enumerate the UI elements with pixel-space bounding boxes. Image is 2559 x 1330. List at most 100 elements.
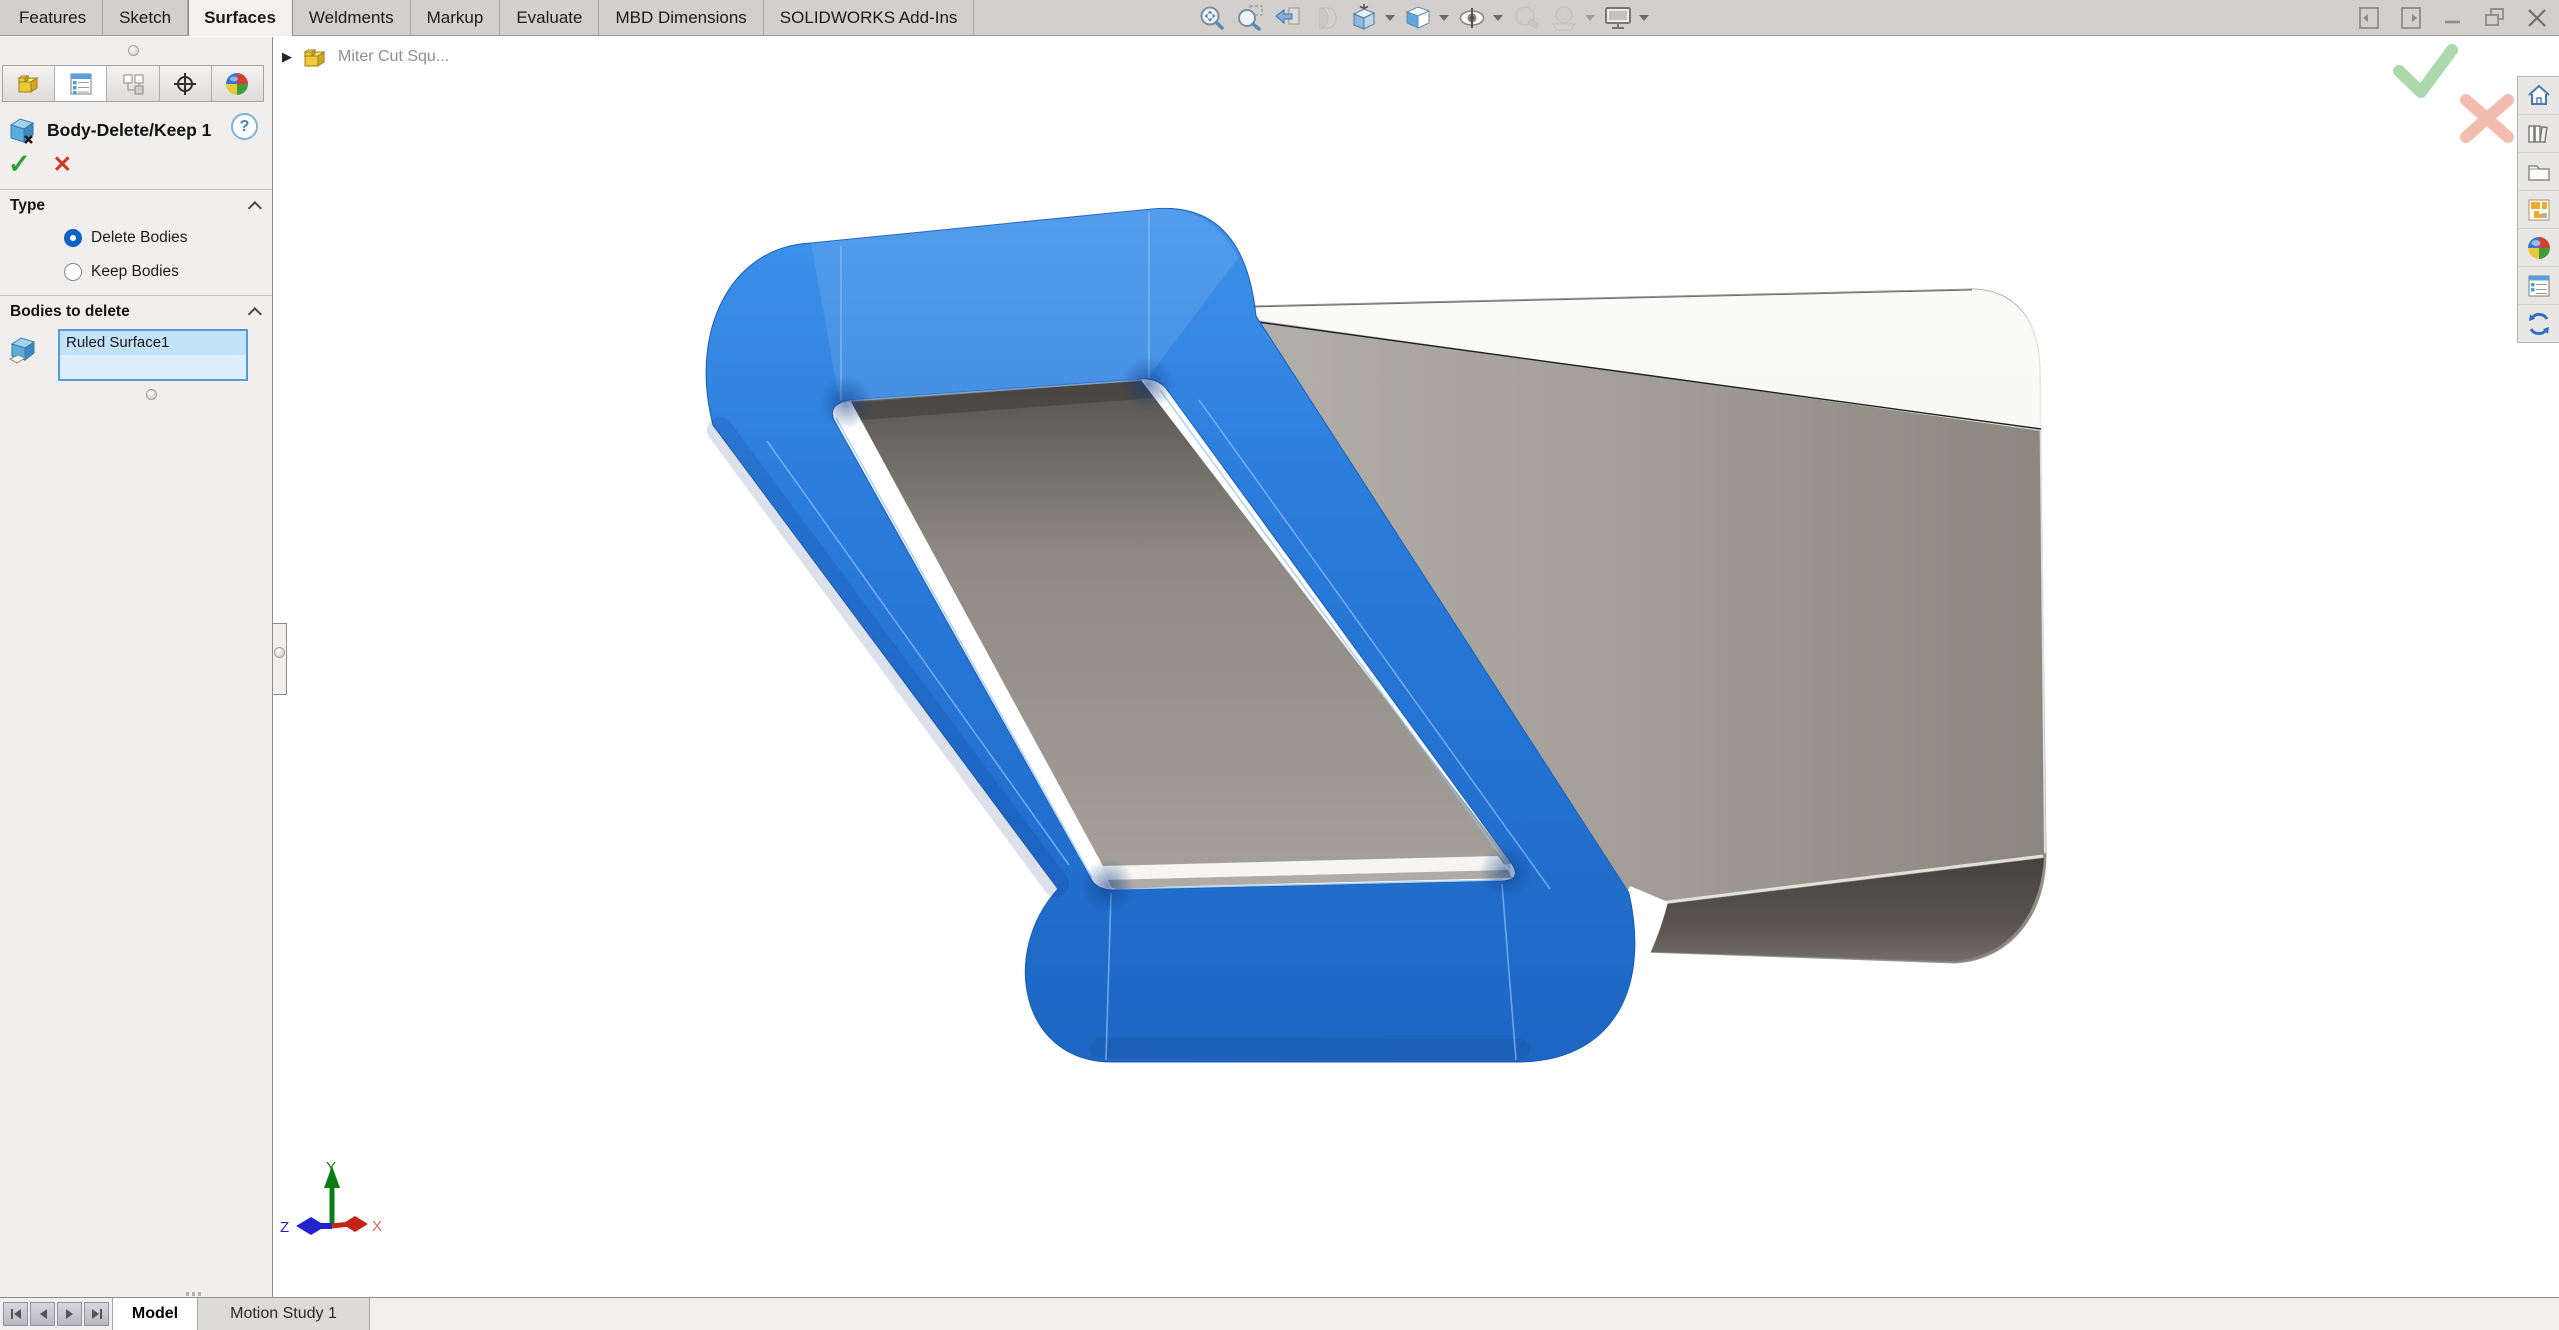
view-settings-dropdown[interactable] xyxy=(1639,15,1649,21)
panel-top-grip[interactable] xyxy=(128,45,139,56)
list-resize-grip[interactable] xyxy=(146,389,157,400)
forum-sync-tab[interactable] xyxy=(2518,305,2559,343)
reference-triad: Y Z X xyxy=(280,1159,382,1236)
tab-sketch[interactable]: Sketch xyxy=(103,0,188,36)
triad-z-label: Z xyxy=(280,1219,289,1236)
custom-properties-tab[interactable] xyxy=(2518,267,2559,305)
restore-icon[interactable] xyxy=(2482,5,2507,31)
model-tab[interactable]: Model xyxy=(112,1298,198,1330)
view-orientation-dropdown[interactable] xyxy=(1385,15,1395,21)
view-palette-tab[interactable] xyxy=(2518,191,2559,229)
ok-button[interactable]: ✓ xyxy=(8,151,31,178)
delete-bodies-label: Delete Bodies xyxy=(91,229,188,247)
minimize-icon[interactable] xyxy=(2440,5,2465,31)
zoom-to-fit-icon[interactable] xyxy=(1197,3,1227,33)
keep-bodies-label: Keep Bodies xyxy=(91,263,179,281)
cancel-icon xyxy=(2466,100,2508,137)
next-tab-button[interactable] xyxy=(57,1302,82,1326)
bodies-to-delete-listbox[interactable]: Ruled Surface1 xyxy=(58,329,248,381)
confirmation-corner[interactable] xyxy=(2399,50,2508,137)
feature-name-label[interactable]: Miter Cut Squ... xyxy=(338,48,449,66)
triad-x-label: X xyxy=(372,1218,382,1235)
tab-markup[interactable]: Markup xyxy=(411,0,501,36)
solidworks-window: Y Z X Features Sketch Surfaces Weldments… xyxy=(0,0,2559,1330)
file-explorer-tab[interactable] xyxy=(2518,153,2559,191)
hide-show-items-icon[interactable] xyxy=(1457,3,1487,33)
first-tab-button[interactable] xyxy=(3,1302,28,1326)
bottom-splitter-grip[interactable] xyxy=(186,1292,202,1296)
view-orientation-icon[interactable] xyxy=(1349,3,1379,33)
tab-nav-buttons xyxy=(0,1298,112,1330)
tab-evaluate[interactable]: Evaluate xyxy=(500,0,599,36)
tab-display-manager[interactable] xyxy=(212,66,263,101)
collapse-chevron-icon[interactable] xyxy=(248,307,262,321)
tab-feature-manager-tree[interactable] xyxy=(3,66,55,101)
tab-configuration-manager[interactable] xyxy=(107,66,159,101)
type-section-header[interactable]: Type xyxy=(10,197,262,215)
collapse-pane-left-icon[interactable] xyxy=(2356,5,2381,31)
type-section-title: Type xyxy=(10,197,45,215)
body-delete-keep-icon xyxy=(8,115,38,145)
section-view-icon[interactable] xyxy=(1311,3,1341,33)
panel-splitter[interactable] xyxy=(273,623,287,695)
collapse-chevron-icon[interactable] xyxy=(248,201,262,215)
property-manager-icon xyxy=(69,72,93,96)
design-library-tab[interactable] xyxy=(2518,115,2559,153)
selected-body-item[interactable]: Ruled Surface1 xyxy=(60,331,246,355)
previous-tab-button[interactable] xyxy=(30,1302,55,1326)
tab-weldments[interactable]: Weldments xyxy=(293,0,411,36)
tab-mbd-dimensions[interactable]: MBD Dimensions xyxy=(599,0,763,36)
graphics-viewport[interactable]: Y Z X xyxy=(0,0,2559,1330)
part-icon xyxy=(302,44,328,70)
splitter-grip[interactable] xyxy=(274,647,285,658)
last-tab-button[interactable] xyxy=(84,1302,109,1326)
close-icon[interactable] xyxy=(2524,5,2549,31)
previous-view-icon[interactable] xyxy=(1273,3,1303,33)
divider xyxy=(0,189,272,190)
display-style-dropdown[interactable] xyxy=(1439,15,1449,21)
motion-study-tab[interactable]: Motion Study 1 xyxy=(198,1298,370,1330)
view-settings-icon[interactable] xyxy=(1603,3,1633,33)
home-tab[interactable] xyxy=(2518,77,2559,115)
folder-icon xyxy=(2526,159,2552,185)
tab-surfaces[interactable]: Surfaces xyxy=(188,0,293,36)
dimxpert-icon xyxy=(173,72,197,96)
display-style-icon[interactable] xyxy=(1403,3,1433,33)
appearances-scenes-tab[interactable] xyxy=(2518,229,2559,267)
command-tabs: Features Sketch Surfaces Weldments Marku… xyxy=(3,0,974,36)
apply-scene-icon[interactable] xyxy=(1549,3,1579,33)
delete-bodies-option[interactable]: Delete Bodies xyxy=(64,229,188,247)
tab-features[interactable]: Features xyxy=(3,0,103,36)
sync-arrows-icon xyxy=(2526,311,2552,337)
edit-appearance-icon[interactable] xyxy=(1511,3,1541,33)
expand-pane-right-icon[interactable] xyxy=(2398,5,2423,31)
cancel-button[interactable]: ✕ xyxy=(53,153,72,176)
divider xyxy=(0,295,272,296)
help-button[interactable]: ? xyxy=(231,113,258,140)
tab-dimxpert-manager[interactable] xyxy=(160,66,212,101)
accept-icon xyxy=(2399,50,2452,92)
window-controls xyxy=(2356,0,2549,36)
tab-solidworks-add-ins[interactable]: SOLIDWORKS Add-Ins xyxy=(764,0,975,36)
keep-bodies-option[interactable]: Keep Bodies xyxy=(64,263,179,281)
books-icon xyxy=(2526,121,2552,147)
bodies-section-title: Bodies to delete xyxy=(10,303,130,321)
zoom-to-area-icon[interactable] xyxy=(1235,3,1265,33)
hide-show-items-dropdown[interactable] xyxy=(1493,15,1503,21)
view-palette-icon xyxy=(2526,197,2552,223)
confirm-buttons: ✓ ✕ xyxy=(8,151,72,178)
task-pane-strip xyxy=(2517,76,2559,343)
part-block-icon xyxy=(17,72,41,96)
radio-unselected-icon[interactable] xyxy=(64,263,82,281)
bodies-section-header[interactable]: Bodies to delete xyxy=(10,303,262,321)
bottom-tab-bar: Model Motion Study 1 xyxy=(0,1297,2559,1330)
property-manager-panel: Body-Delete/Keep 1 ? ✓ ✕ Type Delete Bod… xyxy=(0,37,273,1297)
custom-properties-icon xyxy=(2526,273,2552,299)
apply-scene-dropdown[interactable] xyxy=(1585,15,1595,21)
radio-selected-icon[interactable] xyxy=(64,229,82,247)
tree-expander-icon[interactable]: ▶ xyxy=(282,49,292,65)
manager-pane-tabs xyxy=(2,65,264,102)
heads-up-view-toolbar xyxy=(1197,0,1649,36)
tab-property-manager[interactable] xyxy=(55,66,107,101)
configuration-manager-icon xyxy=(121,72,145,96)
